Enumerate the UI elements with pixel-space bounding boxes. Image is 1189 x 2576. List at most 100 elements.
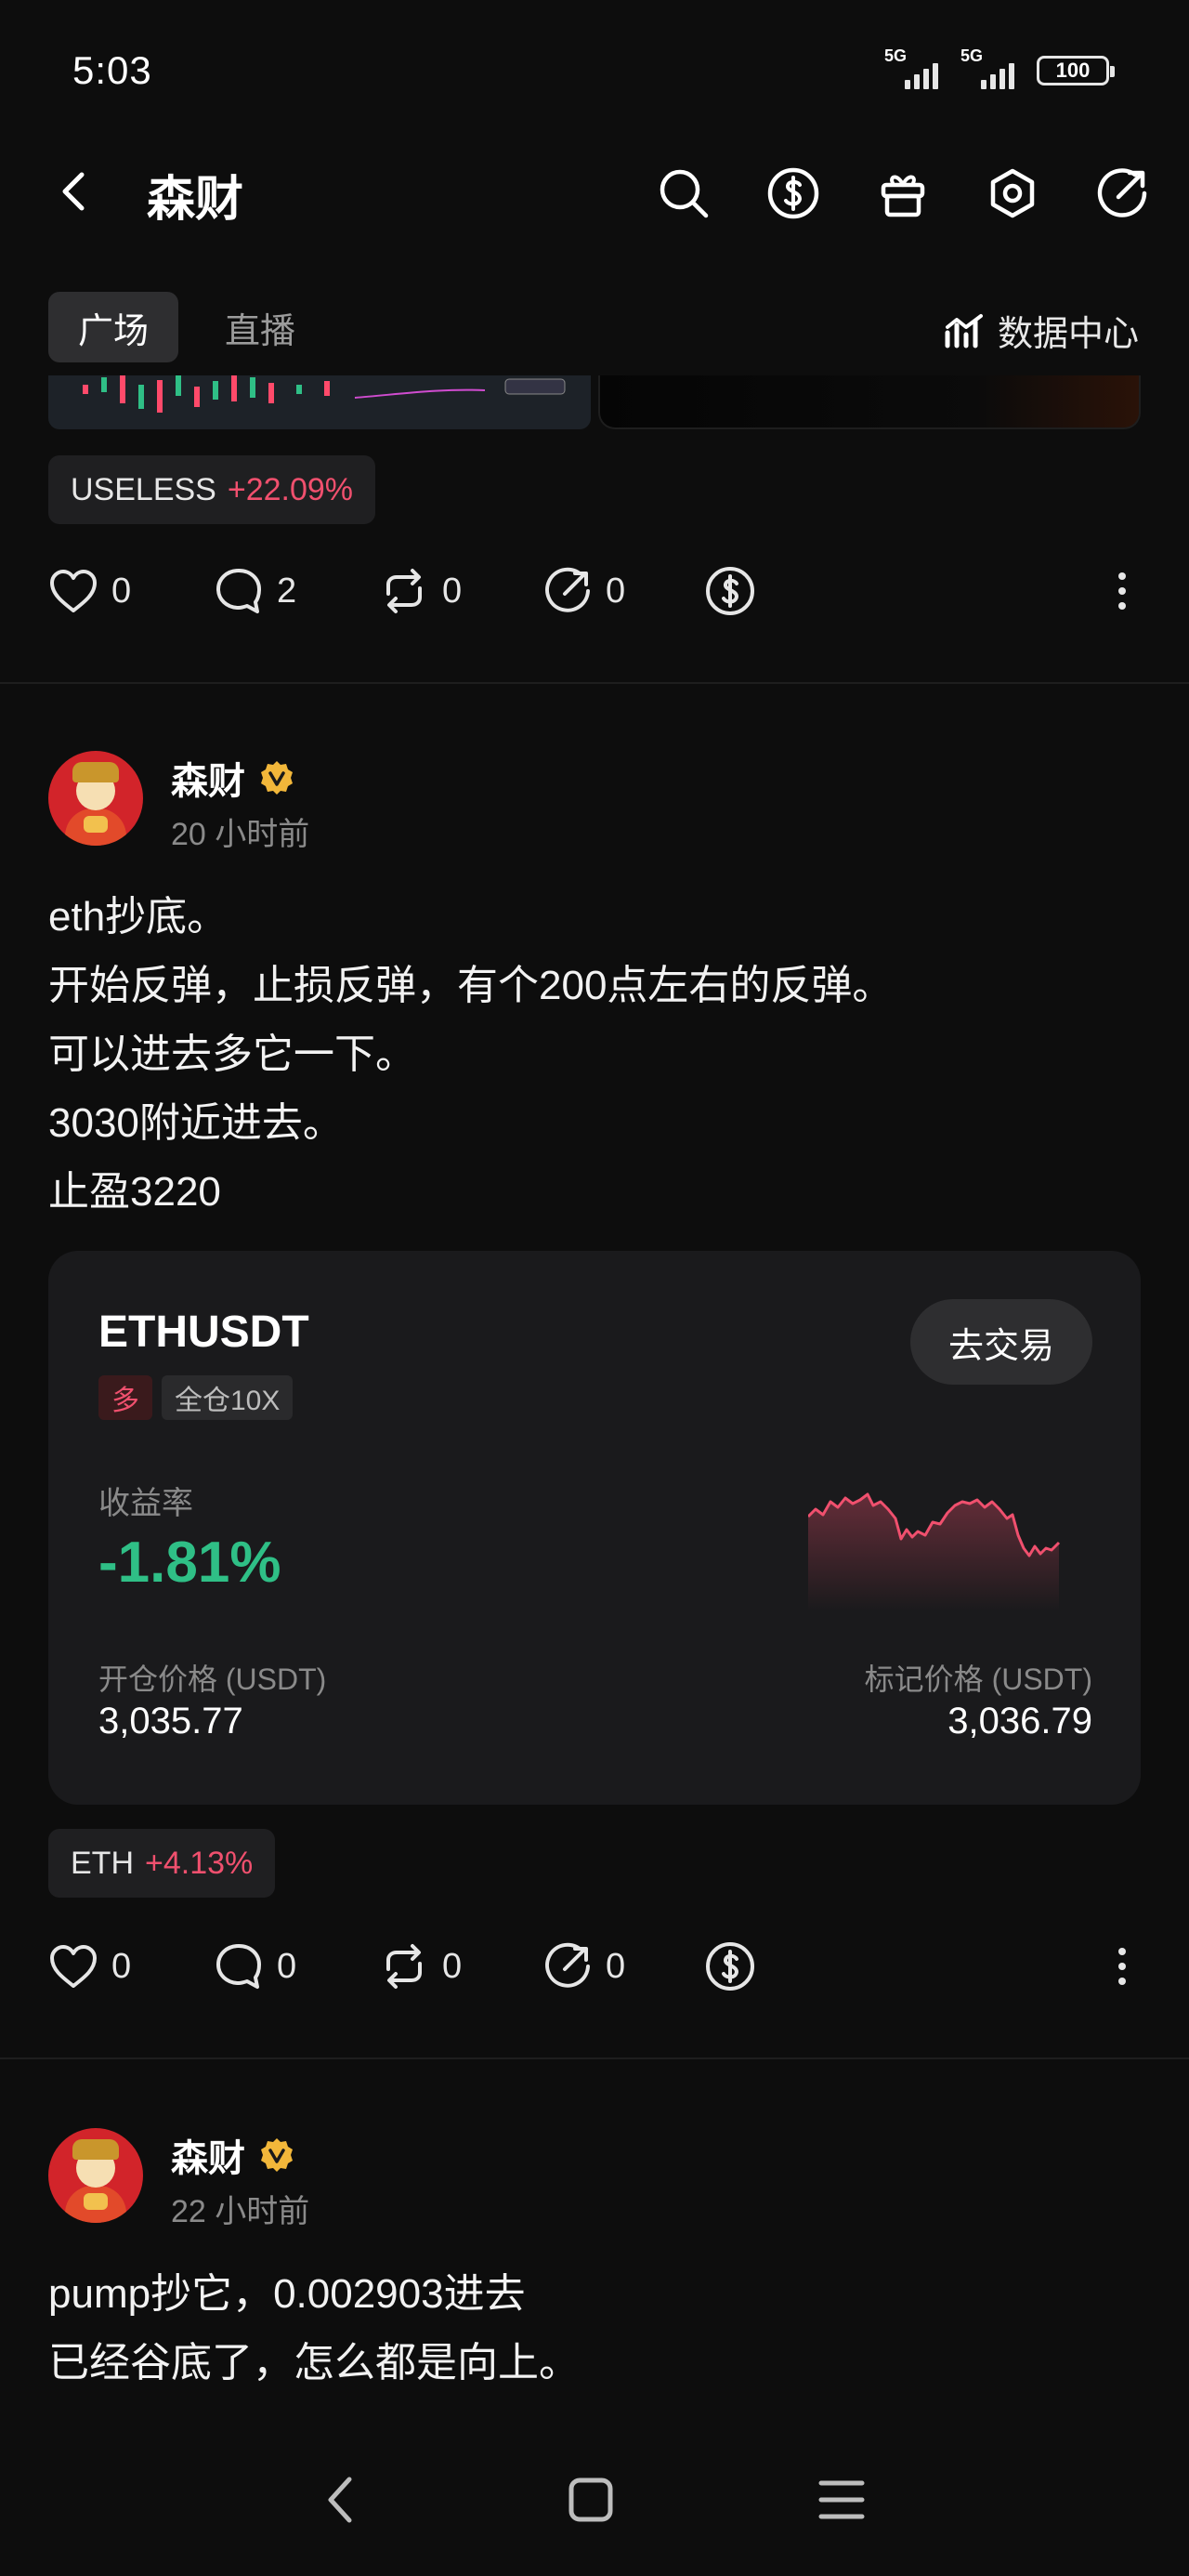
back-button[interactable] xyxy=(48,165,100,217)
chevron-left-icon xyxy=(62,172,85,211)
settings-button[interactable] xyxy=(979,160,1046,227)
coin-change: +22.09% xyxy=(227,471,354,507)
post-images xyxy=(48,375,1141,429)
chart-thumbnail[interactable] xyxy=(48,375,591,429)
header-actions xyxy=(650,160,1156,227)
divider xyxy=(0,2057,1189,2059)
image-thumbnail[interactable] xyxy=(598,375,1141,429)
verified-icon xyxy=(261,2138,293,2172)
gift-button[interactable] xyxy=(869,160,936,227)
author-name[interactable]: 森财 xyxy=(171,751,295,805)
trade-symbol: ETHUSDT xyxy=(98,1308,309,1357)
like-button[interactable]: 0 xyxy=(48,561,131,621)
share-post-button[interactable]: 0 xyxy=(542,561,625,621)
mark-price-label: 标记价格 (USDT) xyxy=(864,1663,1092,1696)
heart-icon xyxy=(50,570,97,612)
more-options-button[interactable] xyxy=(1104,1937,1141,1996)
tip-button[interactable] xyxy=(760,160,827,227)
post-content: pump抄它，0.002903进去 已经谷底了，怎么都是向上。 止损0.0026… xyxy=(48,2260,1141,2427)
repost-button[interactable]: 0 xyxy=(379,1937,462,1996)
share-count: 0 xyxy=(606,1946,626,1986)
signal-label: 5G xyxy=(884,46,908,65)
comment-button[interactable]: 2 xyxy=(214,561,296,621)
comment-button[interactable]: 0 xyxy=(214,1937,296,1996)
go-trade-button[interactable]: 去交易 xyxy=(910,1299,1092,1385)
comment-icon xyxy=(216,569,261,613)
trade-card[interactable]: ETHUSDT 去交易 多 全仓10X 收益率 -1.81% 开仓价格 (USD… xyxy=(48,1251,1141,1805)
coin-tag[interactable]: ETH +4.13% xyxy=(48,1829,276,1898)
repost-icon xyxy=(386,1944,422,1989)
dot xyxy=(1118,1948,1126,1955)
avatar[interactable] xyxy=(48,2128,143,2223)
tip-post-button[interactable] xyxy=(704,1937,756,1996)
author-name[interactable]: 森财 xyxy=(171,2128,295,2182)
status-time: 5:03 xyxy=(72,48,152,92)
post-line: 已经谷底了，怎么都是向上。 xyxy=(48,2340,580,2385)
yield-value: -1.81% xyxy=(98,1531,281,1595)
dollar-icon xyxy=(706,1942,754,1991)
share-icon xyxy=(545,1942,590,1988)
position-side-badge: 多 xyxy=(98,1375,152,1420)
coin-symbol: ETH xyxy=(71,1845,134,1881)
post-line: 开始反弹，止损反弹，有个200点左右的反弹。 xyxy=(48,963,894,1008)
post-line: 可以进去多它一下。 xyxy=(48,1032,416,1077)
divider xyxy=(0,682,1189,684)
like-button[interactable]: 0 xyxy=(48,1937,131,1996)
chart-icon xyxy=(945,313,983,348)
data-center-link[interactable]: 数据中心 xyxy=(944,305,1139,356)
like-count: 0 xyxy=(111,571,132,611)
repost-button[interactable]: 0 xyxy=(379,561,462,621)
signal-label: 5G xyxy=(960,46,984,65)
comment-count: 0 xyxy=(277,1946,297,1986)
post-line: eth抄底。 xyxy=(48,894,229,940)
post-line: 止盈3220 xyxy=(48,1169,221,1215)
dollar-icon xyxy=(706,567,754,615)
share-icon xyxy=(1097,168,1147,217)
mark-price-value: 3,036.79 xyxy=(947,1701,1092,1741)
dollar-icon xyxy=(767,167,819,219)
home-icon xyxy=(568,2477,613,2522)
search-icon xyxy=(660,169,709,218)
verified-icon xyxy=(261,761,293,795)
margin-mode-badge: 全仓10X xyxy=(162,1375,294,1420)
data-center-label: 数据中心 xyxy=(997,315,1139,354)
yield-label: 收益率 xyxy=(98,1486,193,1521)
menu-icon xyxy=(818,2480,865,2519)
repost-icon xyxy=(386,569,422,613)
post-line: 3030附近进去。 xyxy=(48,1100,344,1146)
share-button[interactable] xyxy=(1089,160,1156,227)
tip-post-button[interactable] xyxy=(704,561,756,621)
post-actions: 0 0 0 0 xyxy=(48,1937,1141,1996)
avatar-coin xyxy=(84,2193,108,2210)
status-bar: 5:03 5G 5G 100 xyxy=(0,0,1189,139)
more-options-button[interactable] xyxy=(1104,561,1141,621)
coin-change: +4.13% xyxy=(145,1845,254,1881)
tab-square[interactable]: 广场 xyxy=(48,292,179,362)
avatar-hat xyxy=(72,762,119,782)
nav-menu-button[interactable] xyxy=(814,2472,869,2528)
repost-count: 0 xyxy=(442,571,463,611)
sparkline-chart xyxy=(808,1492,1061,1611)
post-actions: 0 2 0 0 xyxy=(48,561,1141,621)
nav-home-button[interactable] xyxy=(563,2472,619,2528)
like-count: 0 xyxy=(111,1946,132,1986)
avatar-coin xyxy=(84,816,108,833)
share-count: 0 xyxy=(606,571,626,611)
dot xyxy=(1118,587,1126,595)
search-button[interactable] xyxy=(650,160,717,227)
dot xyxy=(1118,572,1126,580)
share-post-button[interactable]: 0 xyxy=(542,1937,625,1996)
gift-icon xyxy=(881,175,925,217)
coin-tag[interactable]: USELESS +22.09% xyxy=(48,455,376,524)
nav-back-button[interactable] xyxy=(312,2472,368,2528)
post-content: eth抄底。 开始反弹，止损反弹，有个200点左右的反弹。 可以进去多它一下。 … xyxy=(48,883,1141,1227)
back-icon xyxy=(328,2477,352,2523)
battery-icon: 100 xyxy=(1037,56,1115,85)
open-price-value: 3,035.77 xyxy=(98,1701,243,1741)
tab-live[interactable]: 直播 xyxy=(195,292,325,362)
author-label: 森财 xyxy=(171,761,245,802)
signal-icon: 5G xyxy=(960,46,1020,89)
gear-icon xyxy=(990,168,1035,218)
author-label: 森财 xyxy=(171,2138,245,2179)
avatar[interactable] xyxy=(48,751,143,846)
